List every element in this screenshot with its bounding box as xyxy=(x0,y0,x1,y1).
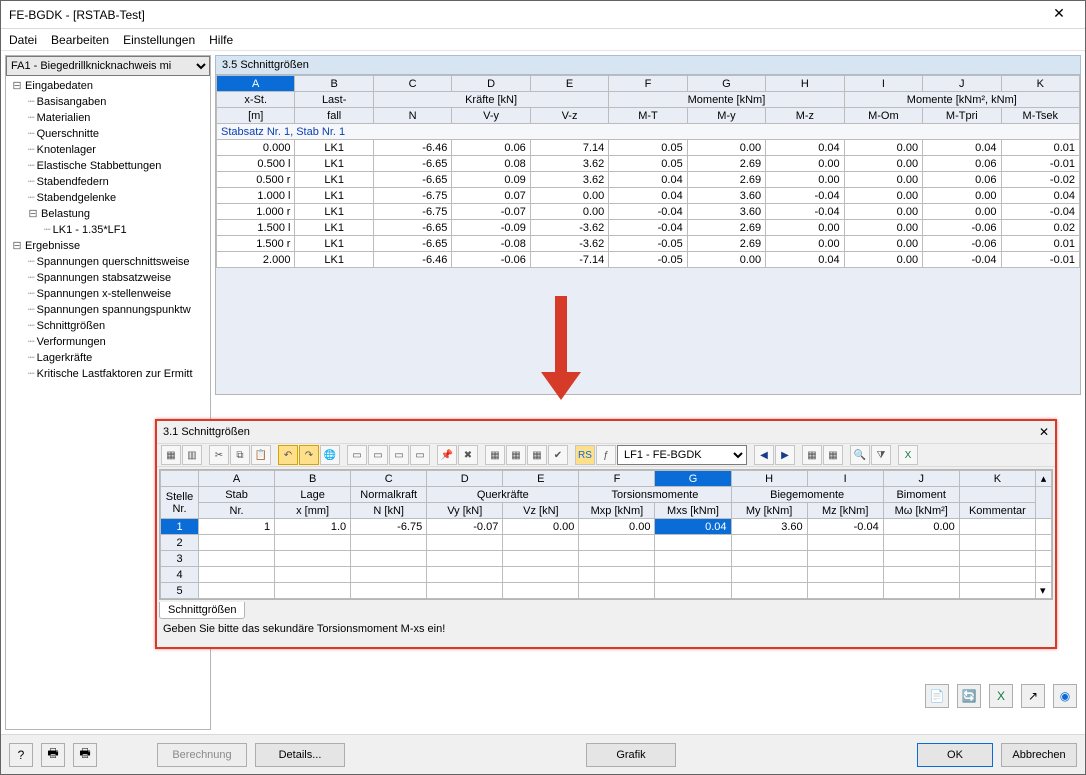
action-icons-row: 📄 🔄 X ↗ ◉ xyxy=(925,684,1077,708)
window-title: FE-BGDK - [RSTAB-Test] xyxy=(9,8,1041,22)
export-excel-icon[interactable]: X xyxy=(989,684,1013,708)
dialog-status: Geben Sie bitte das sekundäre Torsionsmo… xyxy=(157,619,1055,639)
print-icon[interactable]: 🖶 xyxy=(41,743,65,767)
tree-item[interactable]: ┈Stabendfedern xyxy=(6,174,210,190)
view-icon[interactable]: ◉ xyxy=(1053,684,1077,708)
tree-item[interactable]: ┈Spannungen spannungspunktw xyxy=(6,302,210,318)
menu-bearbeiten[interactable]: Bearbeiten xyxy=(51,33,109,47)
dialog-titlebar: 3.1 Schnittgrößen ✕ xyxy=(157,421,1055,443)
tree-item[interactable]: ┈Spannungen stabsatzweise xyxy=(6,270,210,286)
menu-hilfe[interactable]: Hilfe xyxy=(209,33,233,47)
tree-item[interactable]: ┈Basisangaben xyxy=(6,94,210,110)
dialog-close-icon[interactable]: ✕ xyxy=(1039,425,1049,439)
bottom-bar: ? 🖶 🖶 Berechnung Details... Grafik OK Ab… xyxy=(1,734,1085,774)
schnittgroessen-dialog: 3.1 Schnittgrößen ✕ ▦ ▥ ✂ ⧉ 📋 ↶ ↷ 🌐 ▭ ▭ … xyxy=(155,419,1057,649)
pick-icon[interactable]: ↗ xyxy=(1021,684,1045,708)
tb-filter-icon[interactable]: ⧩ xyxy=(871,445,891,465)
tree-item[interactable]: ┈Spannungen x-stellenweise xyxy=(6,286,210,302)
tree-item[interactable]: ┈Knotenlager xyxy=(6,142,210,158)
menu-einstellungen[interactable]: Einstellungen xyxy=(123,33,195,47)
main-grid[interactable]: ABCDEFGHIJKx-St.Last-Kräfte [kN]Momente … xyxy=(215,75,1081,395)
tree-item[interactable]: ┈Spannungen querschnittsweise xyxy=(6,254,210,270)
tree-item[interactable]: ┈Verformungen xyxy=(6,334,210,350)
report-icon[interactable]: 📄 xyxy=(925,684,949,708)
berechnung-button[interactable]: Berechnung xyxy=(157,743,247,767)
tb-grid3-icon[interactable]: ▦ xyxy=(527,445,547,465)
tree-item[interactable]: ┈Stabendgelenke xyxy=(6,190,210,206)
app-window: FE-BGDK - [RSTAB-Test] ✕ Datei Bearbeite… xyxy=(0,0,1086,775)
tb-undo-icon[interactable]: ↶ xyxy=(278,445,298,465)
tree-item[interactable]: ┈Schnittgrößen xyxy=(6,318,210,334)
tab-schnittgroessen[interactable]: Schnittgrößen xyxy=(159,602,245,619)
tree-item[interactable]: ⊟ Belastung xyxy=(6,206,210,222)
tb-new2-icon[interactable]: ▥ xyxy=(182,445,202,465)
tb-check-icon[interactable]: ✔ xyxy=(548,445,568,465)
tb-pin-icon[interactable]: 📌 xyxy=(437,445,457,465)
help-icon[interactable]: ? xyxy=(9,743,33,767)
dialog-toolbar: ▦ ▥ ✂ ⧉ 📋 ↶ ↷ 🌐 ▭ ▭ ▭ ▭ 📌 ✖ ▦ ▦ ▦ ✔ RS ƒ xyxy=(157,443,1055,467)
tb-paste-icon[interactable]: 📋 xyxy=(251,445,271,465)
tree-item[interactable]: ┈LK1 - 1.35*LF1 xyxy=(6,222,210,238)
tree-item[interactable]: ┈Elastische Stabbettungen xyxy=(6,158,210,174)
tb-a1-icon[interactable]: ▭ xyxy=(347,445,367,465)
grafik-button[interactable]: Grafik xyxy=(586,743,676,767)
tb-grid2-icon[interactable]: ▦ xyxy=(506,445,526,465)
tb-copy-icon[interactable]: ⧉ xyxy=(230,445,250,465)
close-icon[interactable]: ✕ xyxy=(1041,5,1077,25)
titlebar: FE-BGDK - [RSTAB-Test] ✕ xyxy=(1,1,1085,29)
tb-globe-icon[interactable]: 🌐 xyxy=(320,445,340,465)
dialog-grid[interactable]: ABCDEFGHIJK▴StelleNr.StabLageNormalkraft… xyxy=(159,469,1053,600)
nav-first-icon[interactable]: ◀ xyxy=(754,445,774,465)
abbrechen-button[interactable]: Abbrechen xyxy=(1001,743,1077,767)
tb-func-icon[interactable]: ƒ xyxy=(596,445,616,465)
tb-cut-icon[interactable]: ✂ xyxy=(209,445,229,465)
panel-title: 3.5 Schnittgrößen xyxy=(215,55,1081,75)
grid-empty-area xyxy=(216,268,1080,394)
nav-last-icon[interactable]: ▶ xyxy=(775,445,795,465)
tb-a2-icon[interactable]: ▭ xyxy=(368,445,388,465)
dialog-tabs: Schnittgrößen xyxy=(159,602,1053,619)
tb-a4-icon[interactable]: ▭ xyxy=(410,445,430,465)
tb-excel-icon[interactable]: X xyxy=(898,445,918,465)
sidebar-combo[interactable]: FA1 - Biegedrillknicknachweis mi xyxy=(6,56,210,76)
tree-item[interactable]: ┈Materialien xyxy=(6,110,210,126)
tb-redo-icon[interactable]: ↷ xyxy=(299,445,319,465)
tree-item[interactable]: ┈Querschnitte xyxy=(6,126,210,142)
tb-extra1-icon[interactable]: ▦ xyxy=(802,445,822,465)
tree-item[interactable]: ⊟ Ergebnisse xyxy=(6,238,210,254)
tb-clear-icon[interactable]: ✖ xyxy=(458,445,478,465)
update-icon[interactable]: 🔄 xyxy=(957,684,981,708)
tree-item[interactable]: ┈Kritische Lastfaktoren zur Ermitt xyxy=(6,366,210,382)
details-button[interactable]: Details... xyxy=(255,743,345,767)
menubar: Datei Bearbeiten Einstellungen Hilfe xyxy=(1,29,1085,51)
tree-item[interactable]: ┈Lagerkräfte xyxy=(6,350,210,366)
print2-icon[interactable]: 🖶 xyxy=(73,743,97,767)
tb-extra2-icon[interactable]: ▦ xyxy=(823,445,843,465)
ok-button[interactable]: OK xyxy=(917,743,993,767)
tb-new-icon[interactable]: ▦ xyxy=(161,445,181,465)
dialog-title: 3.1 Schnittgrößen xyxy=(163,426,1039,438)
tb-rs-icon[interactable]: RS xyxy=(575,445,595,465)
tb-a3-icon[interactable]: ▭ xyxy=(389,445,409,465)
menu-datei[interactable]: Datei xyxy=(9,33,37,47)
tb-find-icon[interactable]: 🔍 xyxy=(850,445,870,465)
tb-grid1-icon[interactable]: ▦ xyxy=(485,445,505,465)
dialog-loadcase-combo[interactable]: LF1 - FE-BGDK xyxy=(617,445,747,465)
tree-item[interactable]: ⊟ Eingabedaten xyxy=(6,78,210,94)
